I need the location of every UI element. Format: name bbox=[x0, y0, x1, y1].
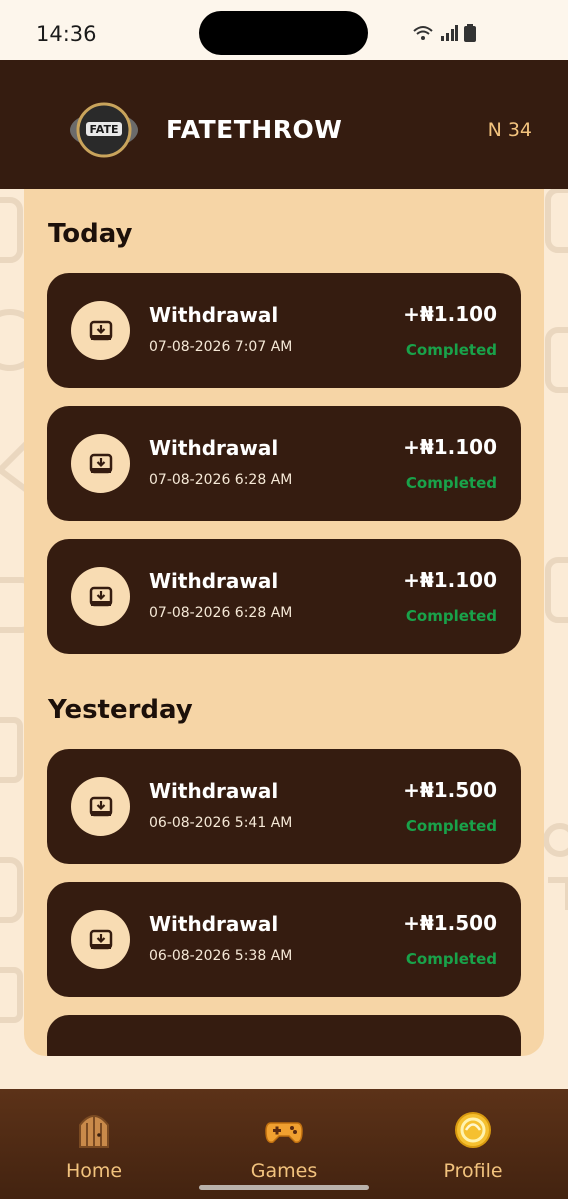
withdrawal-icon bbox=[71, 301, 130, 360]
battery-icon bbox=[464, 24, 476, 42]
nav-profile[interactable]: Profile bbox=[403, 1089, 543, 1199]
transaction-card[interactable]: Withdrawal 07-08-2026 6:28 AM +₦1.100 Co… bbox=[47, 539, 521, 654]
transaction-card[interactable]: Withdrawal 07-08-2026 6:28 AM +₦1.100 Co… bbox=[47, 406, 521, 521]
status-icons bbox=[412, 24, 476, 42]
home-indicator[interactable] bbox=[199, 1185, 369, 1190]
balance-display[interactable]: N 34 bbox=[488, 119, 532, 141]
logo-text: FATE bbox=[90, 123, 119, 136]
transaction-status: Completed bbox=[405, 950, 497, 968]
transaction-date: 06-08-2026 5:38 AM bbox=[149, 948, 293, 964]
transactions-panel[interactable]: Today Withdrawal 07-08-2026 7:07 AM +₦1.… bbox=[24, 189, 544, 1056]
transaction-card[interactable]: Withdrawal 06-08-2026 5:38 AM +₦1.500 Co… bbox=[47, 882, 521, 997]
transaction-type: Withdrawal bbox=[149, 912, 279, 936]
transaction-amount: +₦1.100 bbox=[403, 568, 497, 592]
transaction-card-partial[interactable] bbox=[47, 1015, 521, 1056]
coin-icon bbox=[455, 1112, 491, 1148]
transaction-status: Completed bbox=[405, 817, 497, 835]
withdrawal-icon bbox=[71, 567, 130, 626]
status-bar: 14:36 bbox=[0, 0, 568, 60]
app-title: FATETHROW bbox=[166, 115, 343, 144]
nav-games[interactable]: Games bbox=[214, 1089, 354, 1199]
transaction-date: 07-08-2026 6:28 AM bbox=[149, 605, 293, 621]
transaction-status: Completed bbox=[405, 341, 497, 359]
withdrawal-icon bbox=[71, 777, 130, 836]
transaction-amount: +₦1.500 bbox=[403, 778, 497, 802]
section-title-today: Today bbox=[48, 219, 133, 249]
transaction-card[interactable]: Withdrawal 07-08-2026 7:07 AM +₦1.100 Co… bbox=[47, 273, 521, 388]
transaction-status: Completed bbox=[405, 607, 497, 625]
transaction-amount: +₦1.100 bbox=[403, 435, 497, 459]
camera-cutout bbox=[199, 11, 368, 55]
wifi-icon bbox=[413, 26, 433, 40]
transaction-type: Withdrawal bbox=[149, 569, 279, 593]
signal-icon bbox=[441, 25, 458, 41]
status-time: 14:36 bbox=[36, 22, 97, 46]
withdrawal-icon bbox=[71, 434, 130, 493]
bottom-nav: Home Games Profile bbox=[0, 1089, 568, 1199]
nav-home[interactable]: Home bbox=[24, 1089, 164, 1199]
app-logo[interactable]: FATE bbox=[68, 100, 140, 160]
transaction-type: Withdrawal bbox=[149, 303, 279, 327]
withdrawal-icon bbox=[71, 910, 130, 969]
section-title-yesterday: Yesterday bbox=[48, 695, 193, 725]
transaction-date: 06-08-2026 5:41 AM bbox=[149, 815, 293, 831]
gamepad-icon bbox=[265, 1122, 303, 1144]
door-icon bbox=[79, 1115, 109, 1148]
transaction-status: Completed bbox=[405, 474, 497, 492]
nav-label-home: Home bbox=[65, 1160, 123, 1182]
nav-label-games: Games bbox=[250, 1160, 318, 1182]
transaction-card[interactable]: Withdrawal 06-08-2026 5:41 AM +₦1.500 Co… bbox=[47, 749, 521, 864]
transaction-amount: +₦1.100 bbox=[403, 302, 497, 326]
transaction-type: Withdrawal bbox=[149, 779, 279, 803]
nav-label-profile: Profile bbox=[443, 1160, 503, 1182]
transaction-date: 07-08-2026 6:28 AM bbox=[149, 472, 293, 488]
transaction-type: Withdrawal bbox=[149, 436, 279, 460]
transaction-amount: +₦1.500 bbox=[403, 911, 497, 935]
transaction-date: 07-08-2026 7:07 AM bbox=[149, 339, 293, 355]
app-header: FATE FATETHROW N 34 bbox=[0, 60, 568, 189]
